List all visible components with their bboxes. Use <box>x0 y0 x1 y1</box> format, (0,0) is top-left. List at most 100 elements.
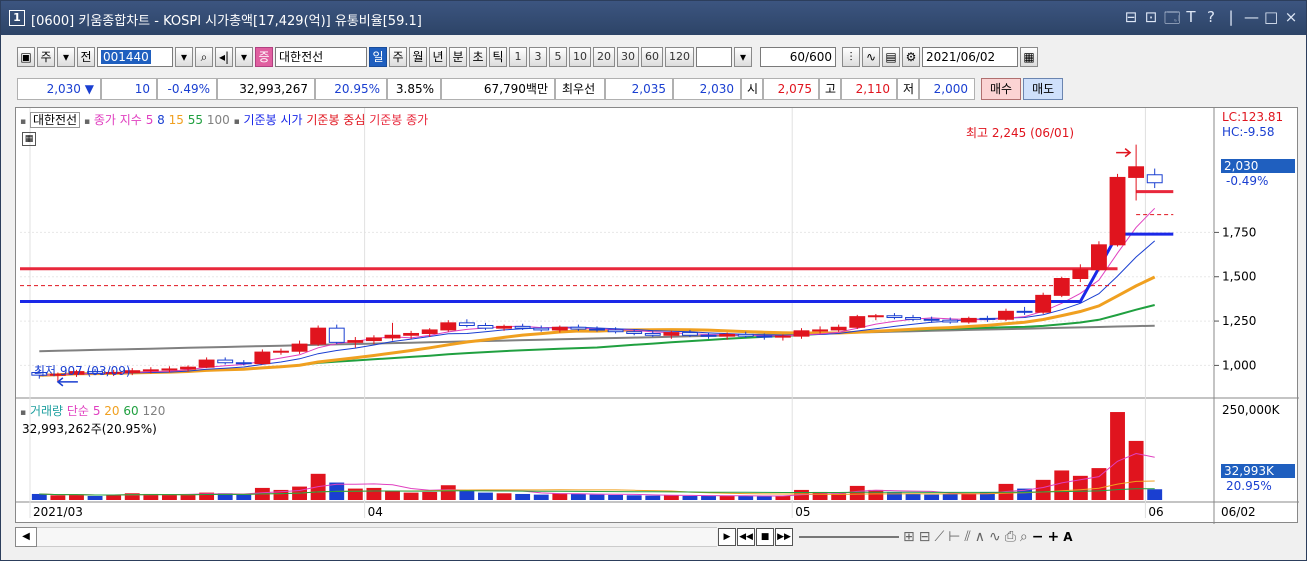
candle-body <box>142 369 159 372</box>
interval-20[interactable]: 20 <box>593 47 615 67</box>
layout-icon[interactable]: ⊞ <box>903 529 915 545</box>
period-tick[interactable]: 틱 <box>489 47 507 67</box>
date-input[interactable]: 2021/06/02 <box>922 47 1018 67</box>
zoom-in-icon[interactable]: + <box>1048 529 1060 545</box>
last-price-label: 2,030 <box>1221 159 1295 173</box>
calendar-icon[interactable]: ▦ <box>1020 47 1038 67</box>
period-month[interactable]: 월 <box>409 47 427 67</box>
period-week[interactable]: 주 <box>389 47 407 67</box>
lc-label: LC:123.81 <box>1222 110 1284 124</box>
period-minute[interactable]: 분 <box>449 47 467 67</box>
help-icon[interactable]: ? <box>1204 8 1218 33</box>
count-value: 60 <box>789 50 806 64</box>
forward-icon[interactable]: ▶▶ <box>775 528 793 546</box>
font-icon[interactable]: T <box>1184 8 1198 33</box>
buy-button[interactable]: 매수 <box>981 78 1022 100</box>
drawing-icon[interactable]: ⟋ <box>934 529 944 545</box>
volume-bar <box>589 494 605 500</box>
low-annotation: 최저 907 (03/09) <box>34 364 131 378</box>
x-tick-label: 06/02 <box>1221 505 1256 519</box>
interval-3[interactable]: 3 <box>529 47 547 67</box>
candle-body <box>403 332 420 336</box>
interval-10[interactable]: 10 <box>569 47 591 67</box>
wave-icon[interactable]: ∧ <box>975 529 985 545</box>
save-icon[interactable]: ▤ <box>882 47 900 67</box>
candle-body <box>737 333 754 337</box>
stop-icon[interactable]: ■ <box>756 528 774 546</box>
custom-interval-input[interactable] <box>696 47 732 67</box>
search-icon[interactable]: ⌕ <box>1020 529 1028 545</box>
high-annotation: 최고 2,245 (06/01) <box>966 126 1075 140</box>
sell-button[interactable]: 매도 <box>1023 78 1064 100</box>
search-icon[interactable]: ⌕ <box>195 47 213 67</box>
menu-dropdown-icon[interactable]: ▾ <box>235 47 253 67</box>
interval-1[interactable]: 1 <box>509 47 527 67</box>
candle-body <box>161 368 178 371</box>
trend-icon[interactable]: ⊢ <box>948 529 960 545</box>
indicator-icon[interactable]: ∿ <box>862 47 880 67</box>
candle-body <box>198 359 215 368</box>
zoom-out-icon[interactable]: − <box>1032 529 1044 545</box>
candle-body <box>923 318 940 321</box>
stock-name-field[interactable]: 대한전선 <box>275 47 367 67</box>
zoom-slider[interactable] <box>799 536 899 538</box>
interval-120[interactable]: 120 <box>665 47 694 67</box>
play-icon[interactable]: ▶ <box>718 528 736 546</box>
candle-body <box>1016 310 1033 313</box>
candle-body <box>551 326 568 331</box>
volume-bar <box>1054 470 1070 500</box>
sound-icon[interactable]: ◂| <box>215 47 233 67</box>
close-icon[interactable]: × <box>1284 8 1298 33</box>
period-day[interactable]: 일 <box>369 47 387 67</box>
volume-legend: ▪ 거래량 단순 5 20 60 120 <box>20 404 166 418</box>
count-input[interactable]: 60/600 <box>760 47 836 67</box>
quote-bar: 2,030 ▼ 10 -0.49% 32,993,267 20.95% 3.85… <box>1 77 1306 101</box>
scroll-track[interactable] <box>37 527 717 547</box>
interval-5[interactable]: 5 <box>549 47 567 67</box>
scroll-left-icon[interactable]: ◀ <box>15 527 37 547</box>
interval-30[interactable]: 30 <box>617 47 639 67</box>
text-size-icon[interactable]: A <box>1063 530 1072 544</box>
stock-type-dropdown-icon[interactable]: ▾ <box>57 47 75 67</box>
volume-bar <box>942 493 958 500</box>
volume-bar <box>570 493 586 500</box>
volume-value: 32,993,262주(20.95%) <box>22 422 157 436</box>
price-chart[interactable]: 1,750 1,500 1,250 1,000 2021/03 04 05 06 06/02 <box>16 108 1299 524</box>
volume-bar <box>756 496 772 500</box>
gear-icon[interactable]: ⚙ <box>902 47 920 67</box>
interval-dropdown-icon[interactable]: ▾ <box>734 47 752 67</box>
code-dropdown-icon[interactable]: ▾ <box>175 47 193 67</box>
title-bar[interactable]: 1 [0600] 키움종합차트 - KOSPI 시가총액[17,429(억)] … <box>1 1 1306 35</box>
panel-toggle-icon[interactable]: ▣ <box>17 47 35 67</box>
high-price: 2,110 <box>841 78 897 100</box>
stock-badge: 증 <box>255 47 273 67</box>
maximize-icon[interactable]: □ <box>1264 8 1278 33</box>
code-input[interactable]: 001440 <box>97 47 173 67</box>
volume-bar <box>701 495 716 500</box>
print-icon[interactable]: ⎙ <box>1005 529 1016 545</box>
table-icon[interactable]: ▦ <box>22 132 36 146</box>
chart-area[interactable]: 1,750 1,500 1,250 1,000 2021/03 04 05 06 06/02 ▪… <box>15 107 1299 524</box>
jeon-button[interactable]: 전 <box>77 47 95 67</box>
legend-stock-name[interactable]: 대한전선 <box>29 112 81 128</box>
interval-60[interactable]: 60 <box>641 47 663 67</box>
compare-icon[interactable]: ⊟ <box>919 529 931 545</box>
legend-ref-open: 기준봉 시가 <box>243 113 303 127</box>
volume-bar <box>1147 489 1163 500</box>
minimize-icon[interactable]: — <box>1244 8 1259 33</box>
layout-icon[interactable]: ⊟ <box>1124 8 1138 33</box>
pin-icon[interactable]: 🗔 <box>1164 8 1180 33</box>
fib-icon[interactable]: ⫽ <box>964 529 970 545</box>
rewind-icon[interactable]: ◀◀ <box>737 528 755 546</box>
period-year[interactable]: 년 <box>429 47 447 67</box>
period-second[interactable]: 초 <box>469 47 487 67</box>
volume-bar <box>422 491 438 500</box>
x-tick-label: 06 <box>1148 505 1163 519</box>
chart-type-icon[interactable]: ⫶ <box>842 47 860 67</box>
restore-icon[interactable]: ⊡ <box>1144 8 1158 33</box>
candle-body <box>905 317 921 320</box>
volume-bar <box>106 495 122 500</box>
volume-bar <box>1110 412 1125 500</box>
stock-type-button[interactable]: 주 <box>37 47 55 67</box>
pattern-icon[interactable]: ∿ <box>989 529 1001 545</box>
